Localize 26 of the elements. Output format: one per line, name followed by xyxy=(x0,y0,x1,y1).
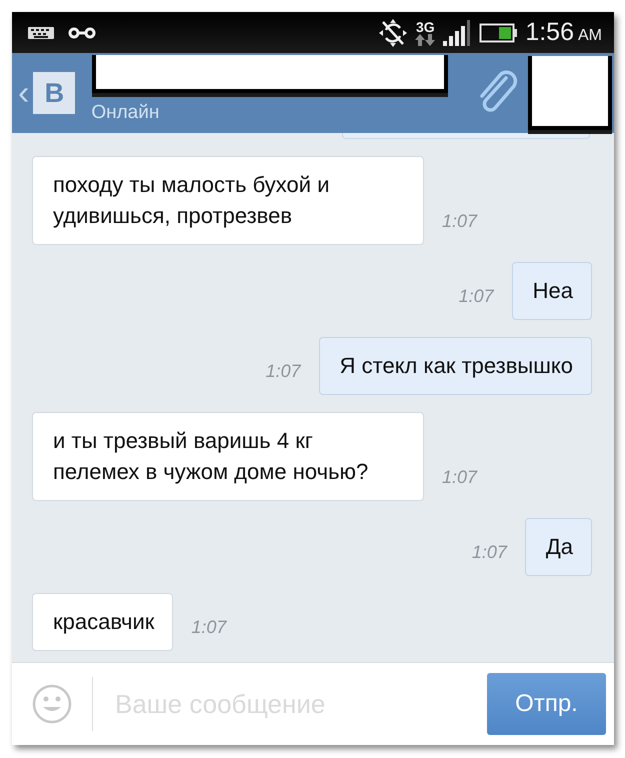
online-status: Онлайн xyxy=(91,102,160,124)
message-bubble: Да xyxy=(524,518,592,576)
send-button[interactable]: Отпр. xyxy=(487,673,606,735)
data-arrows-icon xyxy=(415,34,436,46)
network-type: 3G xyxy=(416,20,435,34)
emoji-icon[interactable] xyxy=(32,684,72,724)
back-chevron[interactable]: ‹ xyxy=(18,76,30,110)
sync-off-icon xyxy=(379,18,408,46)
clock-period: AM xyxy=(578,27,602,45)
message-bubble: и ты трезвый варишь 4 кг пелемех в чужом доме ночью? xyxy=(32,412,424,501)
signal-icon xyxy=(443,20,472,46)
message-time: 1:07 xyxy=(442,467,478,488)
message-bubble: походу ты малость бухой и удивишься, протрезвев xyxy=(32,156,424,245)
message-bubble: Неа xyxy=(512,262,592,320)
message-time: 1:07 xyxy=(472,542,507,563)
keyboard-icon xyxy=(28,26,54,38)
clock-time: 1:56 xyxy=(525,18,574,47)
message-time: 1:07 xyxy=(191,617,226,638)
message-time: 1:07 xyxy=(442,211,478,232)
message-bubble: красавчик xyxy=(32,593,174,651)
link-icon xyxy=(68,26,96,38)
battery-icon xyxy=(479,22,518,42)
message-time: 1:07 xyxy=(458,286,494,307)
message-time: 1:07 xyxy=(266,361,301,382)
app-logo[interactable]: В xyxy=(33,72,76,114)
message-bubble: Я стекл как трезвышко xyxy=(318,337,592,395)
